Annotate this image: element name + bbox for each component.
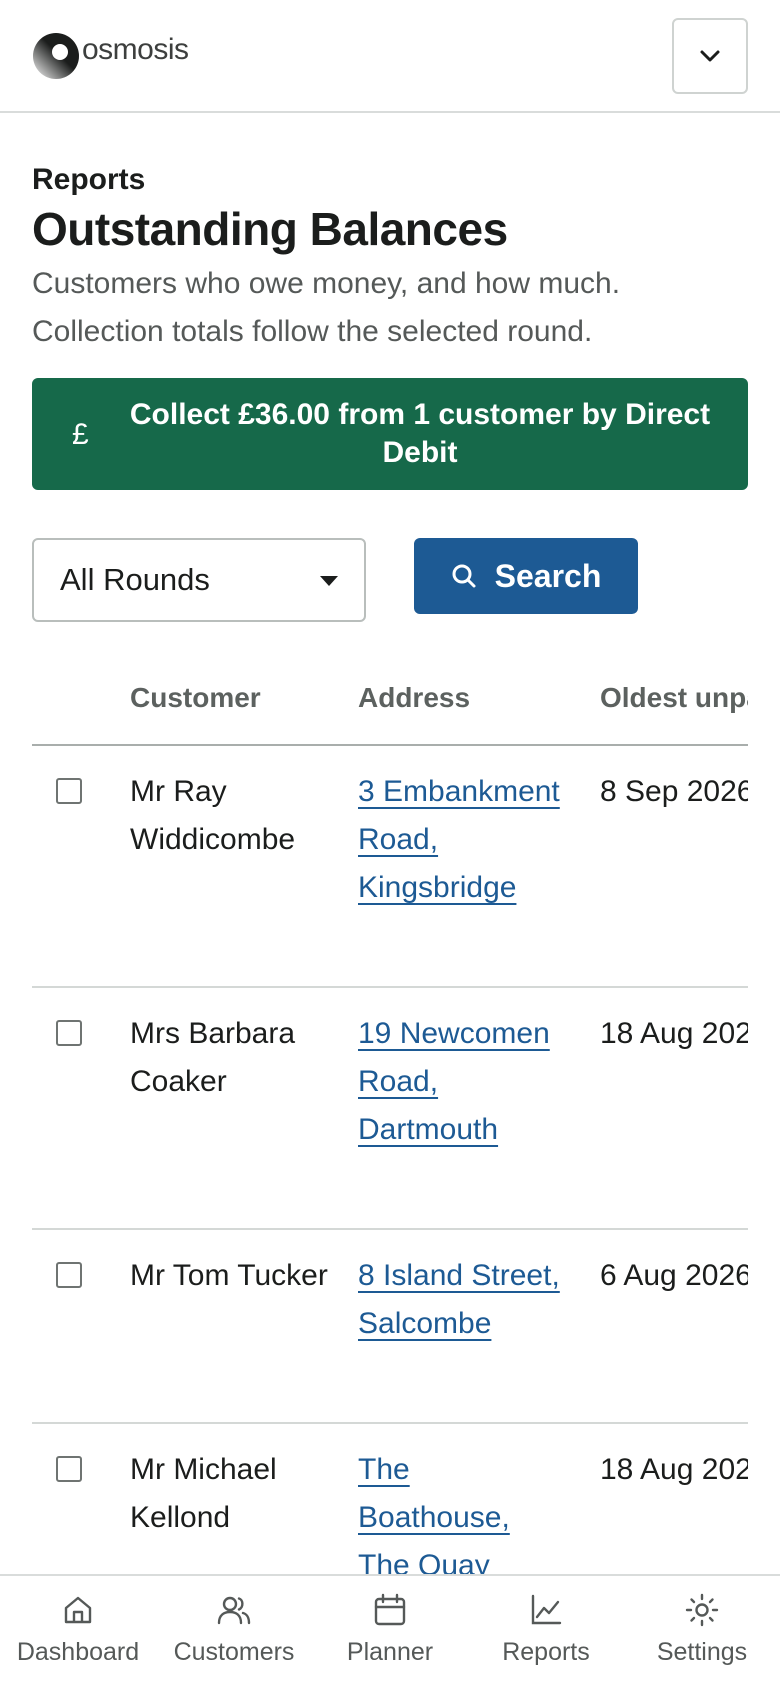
column-header-address[interactable]: Address: [358, 682, 470, 714]
search-button-label: Search: [494, 557, 602, 594]
nav-item-planner[interactable]: Planner: [312, 1576, 468, 1688]
nav-item-settings[interactable]: Settings: [624, 1576, 780, 1688]
collect-direct-debit-button[interactable]: £ Collect £36.00 from 1 customer by Dire…: [32, 378, 748, 490]
home-icon: [64, 1596, 92, 1624]
menu-toggle-button[interactable]: [672, 18, 748, 94]
nav-item-customers[interactable]: Customers: [156, 1576, 312, 1688]
caret-down-icon: [320, 576, 338, 586]
address-cell: The Boathouse, The Quay: [358, 1446, 568, 1574]
chevron-down-icon: [700, 50, 720, 62]
balances-table: Customer Address Oldest unpaid Mr Ray Wi…: [32, 660, 748, 1574]
description-line: Customers who owe money, and how much.: [32, 267, 621, 300]
customer-name: Mrs Barbara Coaker: [130, 1017, 296, 1098]
description-line: Collection totals follow the selected ro…: [32, 315, 593, 348]
search-button[interactable]: Search: [414, 538, 638, 614]
oldest-unpaid-date: 6 Aug 2026: [600, 1259, 748, 1292]
sun-gear-icon: [685, 1593, 719, 1627]
users-icon: [217, 1596, 251, 1625]
round-select[interactable]: All Rounds: [32, 538, 366, 622]
address-link[interactable]: 19 Newcomen Road, Dartmouth: [358, 1017, 550, 1146]
collect-direct-debit-label: Collect £36.00 from 1 customer by Direct…: [129, 398, 711, 469]
table-row: Mr Tom Tucker 8 Island Street, Salcombe …: [32, 1230, 748, 1424]
row-checkbox[interactable]: [56, 1020, 82, 1046]
nav-label: Planner: [346, 1638, 434, 1666]
osmosis-logo-icon: [33, 33, 79, 79]
app-name: osmosis: [82, 33, 189, 66]
logo[interactable]: osmosis: [32, 32, 189, 80]
bottom-nav: Dashboard Customers Planner Reports Sett…: [0, 1574, 780, 1688]
page-description: Customers who owe money, and how much. C…: [32, 260, 748, 356]
table-row: Mrs Barbara Coaker 19 Newcomen Road, Dar…: [32, 988, 748, 1230]
nav-label: Dashboard: [16, 1638, 140, 1666]
row-checkbox[interactable]: [56, 778, 82, 804]
column-header-oldest-unpaid[interactable]: Oldest unpaid: [600, 682, 748, 714]
address-link[interactable]: The Boathouse, The Quay: [358, 1453, 510, 1574]
address-cell: 3 Embankment Road, Kingsbridge: [358, 768, 568, 912]
customer-name: Mr Ray Widdicombe: [130, 775, 296, 856]
oldest-unpaid-date: 18 Aug 2026: [600, 1453, 748, 1486]
nav-label: Customers: [173, 1638, 295, 1666]
nav-item-reports[interactable]: Reports: [468, 1576, 624, 1688]
search-icon: [452, 564, 476, 588]
nav-label: Settings: [656, 1638, 748, 1666]
page-eyebrow: Reports: [32, 163, 146, 196]
address-cell: 8 Island Street, Salcombe: [358, 1252, 568, 1348]
page-title: Outstanding Balances: [32, 203, 508, 255]
row-checkbox[interactable]: [56, 1262, 82, 1288]
address-link[interactable]: 8 Island Street, Salcombe: [358, 1259, 560, 1340]
nav-item-dashboard[interactable]: Dashboard: [0, 1576, 156, 1688]
pound-icon: £: [72, 418, 89, 451]
column-header-customer[interactable]: Customer: [130, 682, 261, 714]
nav-label: Reports: [502, 1638, 590, 1666]
customer-name: Mr Michael Kellond: [130, 1453, 277, 1534]
address-cell: 19 Newcomen Road, Dartmouth: [358, 1010, 568, 1154]
page-header: Reports Outstanding Balances Customers w…: [32, 160, 748, 356]
table-row: Mr Michael Kellond The Boathouse, The Qu…: [32, 1424, 748, 1574]
table-row: Mr Ray Widdicombe 3 Embankment Road, Kin…: [32, 746, 748, 988]
oldest-unpaid-date: 8 Sep 2026: [600, 775, 748, 808]
round-select-value: All Rounds: [60, 562, 210, 597]
chart-line-icon: [531, 1594, 562, 1625]
oldest-unpaid-date: 18 Aug 2026: [600, 1017, 748, 1050]
top-bar: osmosis: [0, 0, 780, 113]
row-checkbox[interactable]: [56, 1456, 82, 1482]
address-link[interactable]: 3 Embankment Road, Kingsbridge: [358, 775, 560, 904]
calendar-icon: [374, 1593, 406, 1626]
customer-name: Mr Tom Tucker: [130, 1259, 328, 1292]
table-header: Customer Address Oldest unpaid: [32, 660, 748, 746]
